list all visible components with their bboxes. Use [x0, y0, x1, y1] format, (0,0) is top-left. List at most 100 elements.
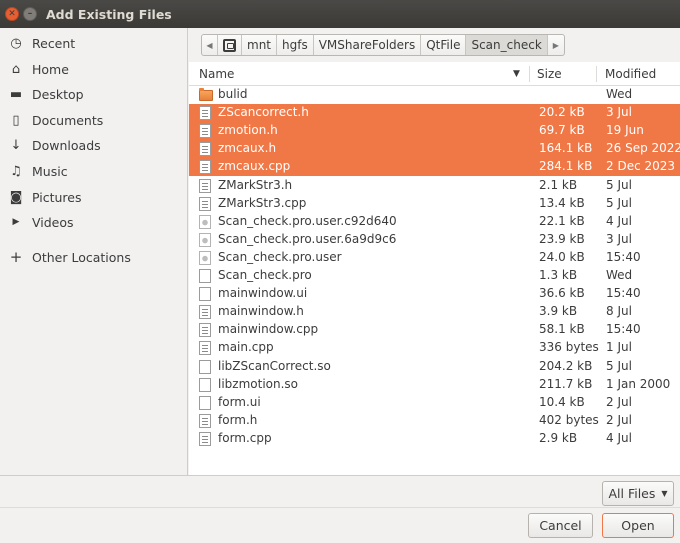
- cancel-button[interactable]: Cancel: [528, 513, 593, 538]
- folder-row[interactable]: bulid Wed: [189, 86, 680, 104]
- file-row[interactable]: form.h 402 bytes 2 Jul: [189, 412, 680, 430]
- path-segment-qtfile[interactable]: QtFile: [421, 35, 467, 55]
- file-modified: 4 Jul: [606, 213, 632, 228]
- file-size: 10.4 kB: [539, 394, 585, 409]
- column-divider: [596, 66, 597, 82]
- blank-file-icon: [199, 395, 211, 410]
- file-size: 402 bytes: [539, 412, 599, 427]
- folder-icon: [199, 88, 213, 101]
- sidebar-item-downloads[interactable]: ↓ Downloads: [0, 133, 187, 157]
- file-name: zmcaux.cpp: [218, 159, 291, 174]
- file-row[interactable]: Scan_check.pro.user.6a9d9c6 23.9 kB 3 Jul: [189, 231, 680, 249]
- camera-icon: ◙: [9, 189, 23, 205]
- file-modified: 15:40: [606, 286, 641, 301]
- settings-file-icon: [199, 214, 211, 229]
- text-file-icon: [199, 106, 211, 121]
- path-segment-mnt[interactable]: mnt: [242, 35, 277, 55]
- file-name: Scan_check.pro: [218, 268, 312, 282]
- column-name-header[interactable]: Name: [199, 62, 234, 86]
- sidebar-item-home[interactable]: ⌂ Home: [0, 57, 187, 81]
- file-modified: 5 Jul: [606, 358, 632, 373]
- path-segment-hgfs[interactable]: hgfs: [277, 35, 314, 55]
- file-modified: 3 Jul: [606, 231, 632, 246]
- file-name: mainwindow.ui: [218, 286, 308, 301]
- file-modified: 26 Sep 2022: [606, 141, 680, 156]
- sidebar-item-label: Other Locations: [32, 249, 131, 265]
- file-row[interactable]: Scan_check.pro.user 24.0 kB 15:40: [189, 249, 680, 267]
- file-name: libzmotion.so: [218, 376, 299, 391]
- sidebar-item-music[interactable]: ♫ Music: [0, 159, 187, 183]
- sort-descending-icon[interactable]: ▼: [513, 62, 520, 86]
- path-back-arrow-icon[interactable]: ◀: [202, 35, 218, 55]
- path-bar: ◀ mnt hgfs VMShareFolders QtFile Scan_ch…: [189, 28, 680, 62]
- file-row[interactable]: ZMarkStr3.h 2.1 kB 5 Jul: [189, 177, 680, 195]
- file-row[interactable]: mainwindow.h 3.9 kB 8 Jul: [189, 303, 680, 321]
- file-size: 284.1 kB: [539, 159, 593, 174]
- file-name: mainwindow.cpp: [218, 322, 319, 337]
- sidebar-item-recent[interactable]: ◷ Recent: [0, 31, 187, 55]
- file-row[interactable]: libZScanCorrect.so 204.2 kB 5 Jul: [189, 358, 680, 376]
- file-name: libZScanCorrect.so: [218, 358, 331, 373]
- file-name: ZMarkStr3.h: [218, 177, 293, 192]
- sidebar-item-documents[interactable]: ▯ Documents: [0, 108, 187, 132]
- file-filter-select[interactable]: All Files ▼: [602, 481, 674, 506]
- file-modified: 4 Jul: [606, 430, 632, 445]
- file-name: form.h: [218, 412, 258, 427]
- file-name: Scan_check.pro.user.c92d640: [218, 213, 397, 228]
- minimize-window-button[interactable]: –: [23, 7, 37, 21]
- divider: [0, 507, 680, 508]
- file-size: 3.9 kB: [539, 304, 578, 319]
- text-file-icon: [199, 341, 211, 356]
- column-modified-header[interactable]: Modified: [605, 62, 656, 86]
- column-header: Name ▼ Size Modified: [189, 62, 680, 86]
- file-row[interactable]: mainwindow.ui 36.6 kB 15:40: [189, 285, 680, 303]
- breadcrumb: ◀ mnt hgfs VMShareFolders QtFile Scan_ch…: [201, 34, 565, 56]
- file-row[interactable]: mainwindow.cpp 58.1 kB 15:40: [189, 321, 680, 339]
- sidebar-item-desktop[interactable]: ▬ Desktop: [0, 82, 187, 106]
- file-modified: 2 Jul: [606, 394, 632, 409]
- sidebar-item-label: Desktop: [32, 86, 84, 102]
- file-modified: 2 Jul: [606, 412, 632, 427]
- file-size: 24.0 kB: [539, 249, 585, 264]
- close-window-button[interactable]: ✕: [5, 7, 19, 21]
- sidebar-item-pictures[interactable]: ◙ Pictures: [0, 185, 187, 209]
- file-modified: 2 Dec 2023: [606, 159, 676, 174]
- file-row[interactable]: Scan_check.pro.user.c92d640 22.1 kB 4 Jul: [189, 213, 680, 231]
- column-size-header[interactable]: Size: [537, 62, 562, 86]
- sidebar-item-label: Documents: [32, 112, 104, 128]
- file-row[interactable]: ZMarkStr3.cpp 13.4 kB 5 Jul: [189, 195, 680, 213]
- desktop-folder-icon: ▬: [9, 86, 23, 102]
- sidebar-item-videos[interactable]: ▶ Videos: [0, 210, 187, 234]
- file-size: 336 bytes: [539, 340, 599, 355]
- sidebar-item-label: Downloads: [32, 137, 101, 153]
- file-size: 22.1 kB: [539, 213, 585, 228]
- file-row[interactable]: zmotion.h 69.7 kB 19 Jun: [189, 122, 680, 141]
- file-row[interactable]: zmcaux.cpp 284.1 kB 2 Dec 2023: [189, 158, 680, 177]
- open-button[interactable]: Open: [602, 513, 674, 538]
- file-modified: Wed: [606, 268, 633, 282]
- file-size: 211.7 kB: [539, 376, 593, 391]
- file-size: 23.9 kB: [539, 231, 585, 246]
- file-size: 2.1 kB: [539, 177, 578, 192]
- path-forward-arrow-icon[interactable]: ▶: [548, 35, 564, 55]
- file-filter-label: All Files: [608, 486, 656, 501]
- file-row[interactable]: zmcaux.h 164.1 kB 26 Sep 2022: [189, 140, 680, 159]
- file-row[interactable]: Scan_check.pro 1.3 kB Wed: [189, 267, 680, 285]
- file-name: ZMarkStr3.cpp: [218, 195, 307, 210]
- dialog-footer: All Files ▼ Cancel Open: [0, 475, 680, 543]
- file-size: 2.9 kB: [539, 430, 578, 445]
- file-row[interactable]: main.cpp 336 bytes 1 Jul: [189, 339, 680, 357]
- file-size: 204.2 kB: [539, 358, 593, 373]
- path-root-drive-button[interactable]: [218, 35, 242, 55]
- file-row[interactable]: ZScancorrect.h 20.2 kB 3 Jul: [189, 104, 680, 123]
- file-row[interactable]: libzmotion.so 211.7 kB 1 Jan 2000: [189, 376, 680, 394]
- file-browser: ◀ mnt hgfs VMShareFolders QtFile Scan_ch…: [189, 28, 680, 475]
- file-size: 58.1 kB: [539, 322, 585, 337]
- file-row[interactable]: form.cpp 2.9 kB 4 Jul: [189, 430, 680, 448]
- file-name: zmotion.h: [218, 123, 278, 138]
- path-segment-vmsharefolders[interactable]: VMShareFolders: [314, 35, 422, 55]
- path-segment-scan-check[interactable]: Scan_check: [466, 35, 548, 55]
- sidebar-item-other-locations[interactable]: + Other Locations: [0, 245, 187, 269]
- file-modified: 1 Jul: [606, 340, 632, 355]
- file-row[interactable]: form.ui 10.4 kB 2 Jul: [189, 394, 680, 412]
